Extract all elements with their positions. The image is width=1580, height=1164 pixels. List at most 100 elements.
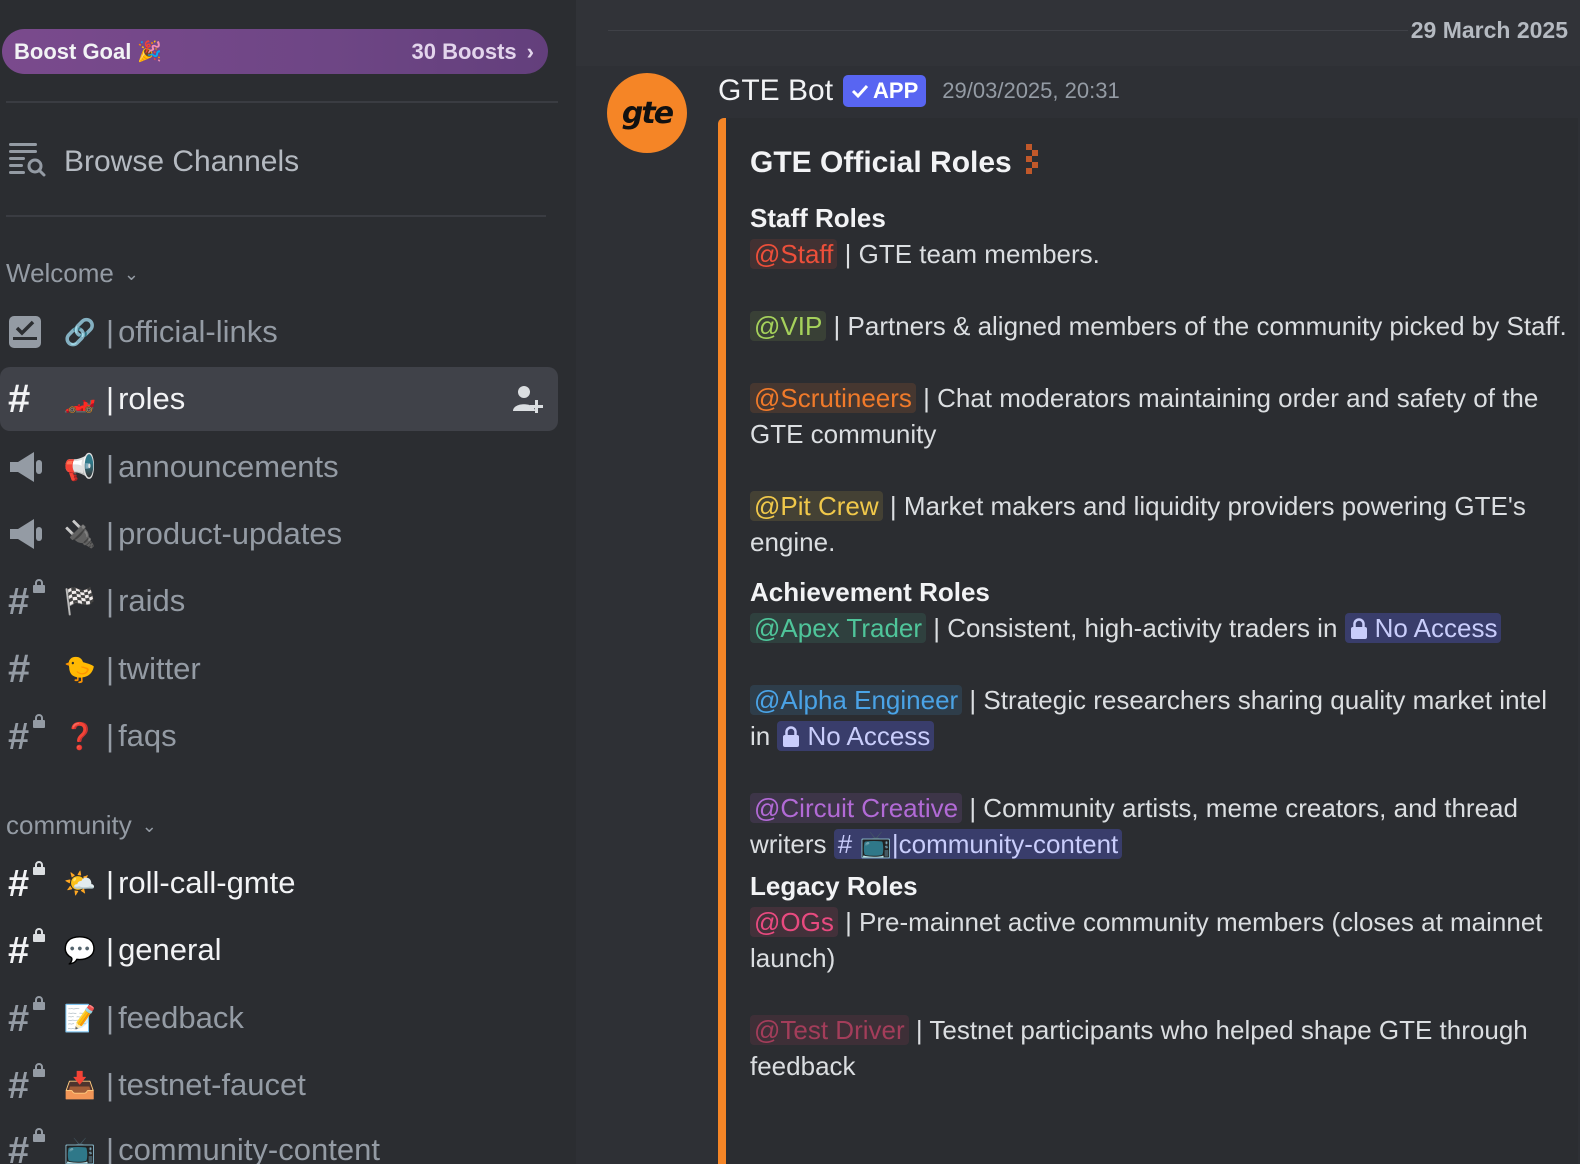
role-pit-crew-line: @Pit Crew | Market makers and liquidity … [750,488,1570,560]
channel-sidebar: Boost Goal 🎉 30 Boosts › Browse Channels… [0,0,576,1164]
hash-icon: # [8,647,31,691]
channel-emoji: 📢 [63,451,97,482]
channel-official-links[interactable]: 🔗 | official-links [0,300,558,364]
channel-community-content[interactable]: # 📺 | community-content [0,1118,558,1164]
channel-roll-call-gmte[interactable]: # 🌤️ | roll-call-gmte [0,851,558,915]
role-embed: GTE Official Roles Staff Roles @Staff | … [718,118,1578,1164]
role-mention-test-driver[interactable]: @Test Driver [750,1015,909,1045]
channel-product-updates[interactable]: 🔌 | product-updates [0,502,558,566]
author-name[interactable]: GTE Bot [718,74,833,108]
megaphone-icon [8,447,52,487]
channel-raids[interactable]: # 🏁 | raids [0,569,558,633]
category-welcome[interactable]: Welcome ⌄ [6,258,139,289]
channel-roles[interactable]: # 🏎️ | roles [0,367,558,431]
embed-title-text: GTE Official Roles [750,146,1012,179]
role-description: | Consistent, high-activity traders in [926,613,1345,643]
embed-body: Staff Roles @Staff | GTE team members. @… [750,200,1570,1120]
locked-hash-icon: # [8,1128,52,1164]
mention-label: |community-content [891,829,1119,859]
channel-emoji: 🌤️ [63,867,97,898]
locked-hash-icon: # [8,861,52,903]
channel-name: raids [118,583,186,618]
browse-channels-icon [8,139,46,185]
channel-mention-no-access[interactable]: No Access [777,721,935,751]
lock-icon [1350,618,1367,639]
tv-icon: 📺 [859,829,892,859]
channel-feedback[interactable]: # 📝 | feedback [0,986,558,1050]
channel-separator: | [106,381,115,416]
role-mention-circuit-creative[interactable]: @Circuit Creative [750,793,963,823]
channel-twitter[interactable]: # 🐤 | twitter [0,637,558,701]
mention-label: No Access [807,721,931,751]
message-header: GTE Bot APP 29/03/2025, 20:31 [718,74,1120,108]
role-scrutineers-line: @Scrutineers | Chat moderators maintaini… [750,380,1570,452]
channel-separator: | [106,865,115,900]
channel-name: official-links [118,314,278,349]
role-mention-staff[interactable]: @Staff [750,239,838,269]
role-mention-apex-trader[interactable]: @Apex Trader [750,613,927,643]
section-achievement-roles: Achievement Roles [750,577,990,607]
role-apex-trader-line: @Apex Trader | Consistent, high-activity… [750,610,1570,646]
channel-mention-community-content[interactable]: # 📺|community-content [833,829,1123,859]
app-badge: APP [843,75,927,107]
avatar[interactable]: gte [607,73,687,153]
app-badge-label: APP [873,78,919,103]
chevron-right-icon: › [526,38,534,64]
role-ogs-line: @OGs | Pre-mainnet active community memb… [750,904,1570,976]
hash-icon: # [837,829,853,859]
section-legacy-roles: Legacy Roles [750,871,918,901]
divider [6,215,546,217]
role-mention-alpha-engineer[interactable]: @Alpha Engineer [750,685,963,715]
channel-separator: | [106,516,115,551]
role-staff-line: @Staff | GTE team members. [750,236,1570,272]
party-popper-icon: 🎉 [137,41,163,63]
channel-name: faqs [118,718,177,753]
locked-hash-icon: # [8,1063,52,1105]
role-description: | Pre-mainnet active community members (… [750,907,1543,973]
channel-emoji: 💬 [63,934,97,965]
chat-area: 29 March 2025 gte GTE Bot APP 29/03/2025… [576,0,1580,1164]
boost-goal-bar[interactable]: Boost Goal 🎉 30 Boosts › [2,29,548,74]
chevron-down-icon: ⌄ [141,816,157,836]
boost-count: 30 Boosts [411,38,517,64]
channel-name: feedback [118,1000,244,1035]
role-test-driver-line: @Test Driver | Testnet participants who … [750,1012,1570,1084]
role-mention-pit-crew[interactable]: @Pit Crew [750,491,883,521]
category-label: Welcome [6,258,114,288]
channel-general[interactable]: # 💬 | general [0,918,558,982]
channel-separator: | [106,1000,115,1035]
channel-emoji: 🏎️ [63,383,97,414]
channel-name: testnet-faucet [118,1067,306,1102]
checkered-flag-icon [1025,144,1044,182]
locked-hash-icon: # [8,579,52,621]
role-mention-vip[interactable]: @VIP [750,311,827,341]
channel-emoji: ❓ [63,720,97,751]
channel-testnet-faucet[interactable]: # 📥 | testnet-faucet [0,1053,558,1117]
role-description: | GTE team members. [837,239,1100,269]
channel-faqs[interactable]: # ❓ | faqs [0,704,558,768]
role-mention-ogs[interactable]: @OGs [750,907,838,937]
category-community[interactable]: community ⌄ [6,810,157,841]
hash-icon: # [8,377,31,421]
channel-name: roles [118,381,186,416]
create-invite-icon[interactable] [512,383,544,423]
category-label: community [6,810,132,840]
channel-mention-no-access[interactable]: No Access [1344,613,1502,643]
section-staff-roles: Staff Roles [750,203,886,233]
channel-separator: | [106,1067,115,1102]
channel-announcements[interactable]: 📢 | announcements [0,435,558,499]
channel-separator: | [106,449,115,484]
locked-hash-icon: # [8,928,52,970]
channel-name: community-content [118,1132,380,1164]
channel-emoji: 🐤 [63,653,97,684]
locked-hash-icon: # [8,996,52,1038]
channel-name: roll-call-gmte [118,865,296,900]
locked-hash-icon: # [8,714,52,756]
browse-channels-button[interactable]: Browse Channels [8,140,299,184]
megaphone-icon [8,514,52,554]
embed-title: GTE Official Roles [750,144,1044,182]
channel-name: announcements [118,449,339,484]
role-mention-scrutineers[interactable]: @Scrutineers [750,383,916,413]
role-vip-line: @VIP | Partners & aligned members of the… [750,308,1570,344]
role-description: | Partners & aligned members of the comm… [826,311,1567,341]
